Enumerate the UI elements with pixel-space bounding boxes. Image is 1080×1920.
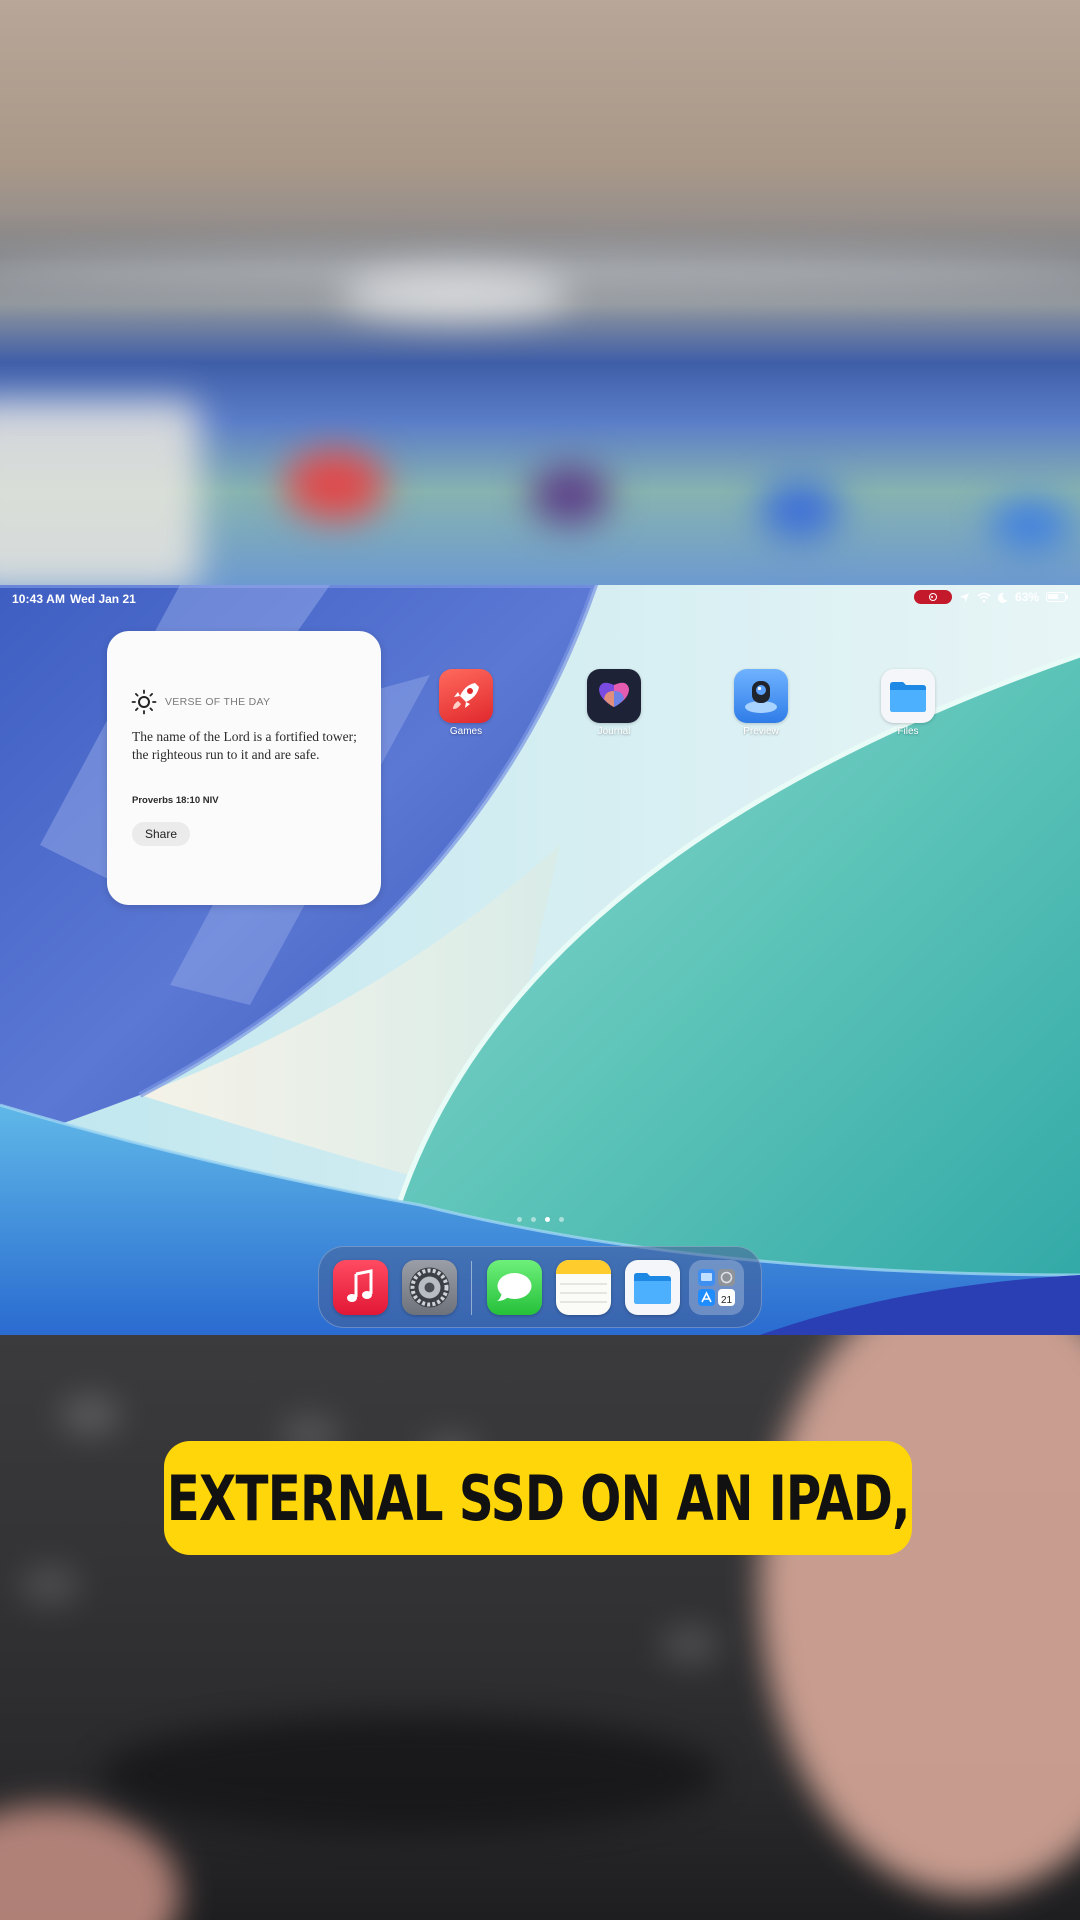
app-label: Files: [897, 726, 919, 737]
verse-of-the-day-widget[interactable]: VERSE OF THE DAY The name of the Lord is…: [107, 631, 381, 905]
app-label: Journal: [597, 726, 631, 737]
caption-banner: EXTERNAL SSD ON AN IPAD,: [164, 1441, 912, 1555]
speech-bubble-icon[interactable]: [487, 1260, 542, 1315]
journal-butterfly-icon: [587, 669, 641, 723]
verse-text: The name of the Lord is a fortified towe…: [132, 729, 357, 762]
hand-blur-left: [0, 1805, 180, 1920]
location-icon: [959, 592, 970, 602]
app-label: Preview: [743, 726, 779, 737]
app-journal[interactable]: Journal: [574, 669, 654, 737]
ipad-home-screen: 10:43 AM Wed Jan 21 63% VERSE OF THE DAY…: [0, 585, 1080, 1335]
app-label: Games: [449, 726, 483, 737]
app-blur-red: [285, 450, 385, 520]
app-library-icon[interactable]: 21: [689, 1260, 744, 1315]
calendar-day: 21: [721, 1295, 733, 1306]
widget-blur: [0, 400, 200, 585]
notepad-icon[interactable]: [556, 1260, 611, 1315]
games-rocket-icon: [439, 669, 493, 723]
key-blur: [660, 1625, 720, 1665]
battery-percentage: 63%: [1014, 590, 1039, 604]
app-blur-blue: [760, 480, 840, 540]
app-blur-purple: [530, 465, 610, 525]
battery-icon: [1046, 592, 1068, 602]
app-preview[interactable]: Preview: [721, 669, 801, 737]
status-indicators: 63%: [913, 590, 1068, 604]
top-camera-background: [0, 0, 1080, 585]
page-indicator[interactable]: [517, 1217, 564, 1222]
page-dot: [559, 1217, 564, 1222]
page-dot-active: [545, 1217, 550, 1222]
files-folder-icon: [881, 669, 935, 723]
gear-icon[interactable]: [402, 1260, 457, 1315]
dock: 21: [318, 1246, 762, 1328]
folder-icon[interactable]: [625, 1260, 680, 1315]
widget-header: VERSE OF THE DAY: [131, 689, 270, 715]
page-dot: [517, 1217, 522, 1222]
app-games[interactable]: Games: [426, 669, 506, 737]
status-time: 10:43 AM: [12, 592, 66, 606]
dock-separator: [471, 1261, 472, 1315]
moon-icon: [997, 592, 1008, 603]
status-bar: 10:43 AM Wed Jan 21 63%: [0, 585, 1080, 611]
preview-loupe-icon: [734, 669, 788, 723]
verse-reference: Proverbs 18:10 NIV: [132, 795, 219, 806]
record-icon: [928, 593, 937, 601]
key-blur: [60, 1395, 120, 1435]
key-blur: [20, 1565, 80, 1605]
page-dot: [531, 1217, 536, 1222]
wifi-icon: [977, 592, 991, 602]
device-button-blur: [340, 270, 570, 320]
screen-recording-indicator[interactable]: [913, 590, 952, 604]
hand-blur: [760, 1335, 1080, 1895]
status-date: Wed Jan 21: [70, 592, 136, 606]
music-note-icon[interactable]: [333, 1260, 388, 1315]
app-blur-blue-2: [990, 500, 1070, 550]
bottom-keyboard-background: [0, 1335, 1080, 1920]
trackpad-blur: [100, 1715, 720, 1835]
app-files[interactable]: Files: [868, 669, 948, 737]
widget-title: VERSE OF THE DAY: [165, 696, 271, 708]
caption-text: EXTERNAL SSD ON AN IPAD,: [166, 1461, 911, 1535]
share-button[interactable]: Share: [132, 822, 190, 846]
sun-icon: [131, 689, 157, 715]
